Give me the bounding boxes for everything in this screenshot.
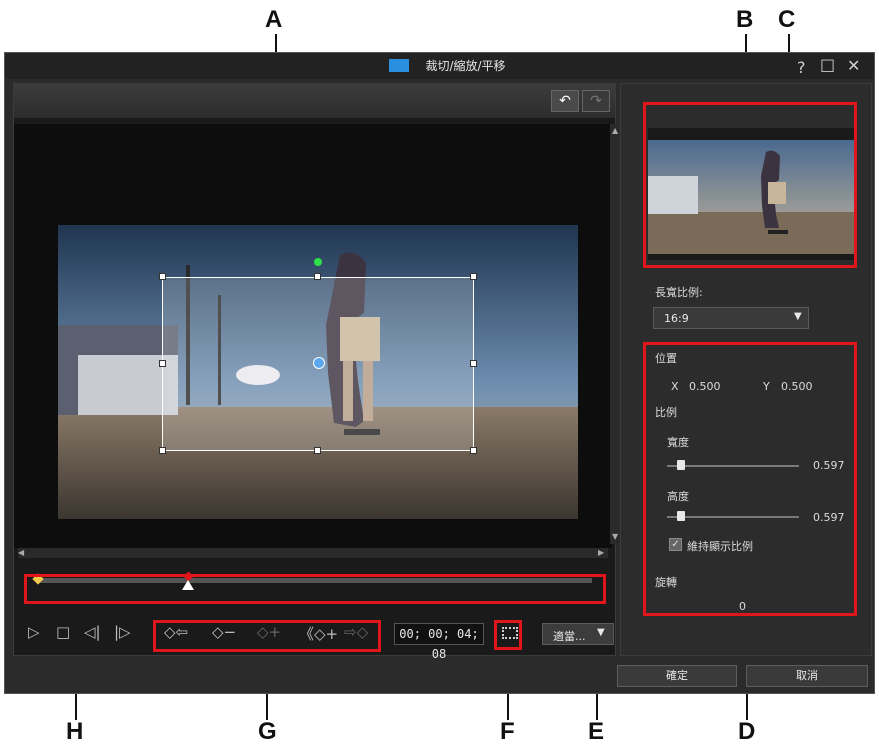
aspect-ratio-label: 長寬比例: bbox=[655, 286, 703, 299]
scroll-down-icon[interactable]: ▼ bbox=[612, 532, 618, 541]
chevron-down-icon: ▼ bbox=[794, 311, 802, 322]
window-title: 裁切/縮放/平移 bbox=[425, 59, 506, 73]
undo-button[interactable]: ↶ bbox=[551, 90, 579, 112]
redo-button[interactable]: ↷ bbox=[582, 90, 610, 112]
fit-dropdown[interactable]: 適當... ▼ bbox=[542, 623, 614, 645]
crop-handle-tm[interactable] bbox=[314, 273, 321, 280]
crop-handle-mr[interactable] bbox=[470, 360, 477, 367]
previous-frame-button[interactable]: ◁| bbox=[84, 623, 101, 641]
play-button[interactable]: ▷ bbox=[28, 623, 40, 641]
cancel-button[interactable]: 取消 bbox=[746, 665, 868, 687]
maximize-button[interactable]: □ bbox=[820, 55, 835, 74]
scroll-up-icon[interactable]: ▲ bbox=[612, 126, 618, 135]
highlight-settings bbox=[643, 342, 857, 616]
stop-button[interactable]: □ bbox=[56, 623, 70, 641]
highlight-timeline bbox=[24, 574, 606, 604]
highlight-safe-zone bbox=[494, 620, 522, 650]
close-button[interactable]: ✕ bbox=[847, 56, 860, 75]
callout-f: F bbox=[500, 718, 515, 745]
callout-h: H bbox=[66, 718, 84, 745]
scroll-left-icon[interactable]: ◀ bbox=[18, 548, 24, 557]
preview-toolbar: ↶ ↷ bbox=[14, 84, 615, 118]
chevron-down-icon: ▼ bbox=[597, 627, 605, 638]
crop-handle-tl[interactable] bbox=[159, 273, 166, 280]
callout-d: D bbox=[738, 718, 756, 745]
callout-e: E bbox=[588, 718, 605, 745]
center-point-icon[interactable] bbox=[313, 357, 325, 369]
callout-c: C bbox=[778, 6, 796, 33]
scroll-right-icon[interactable]: ▶ bbox=[598, 548, 604, 557]
crop-handle-ml[interactable] bbox=[159, 360, 166, 367]
timecode-display[interactable]: 00; 00; 04; 08 bbox=[394, 623, 484, 661]
video-viewer bbox=[14, 124, 612, 548]
callout-g: G bbox=[258, 718, 277, 745]
aspect-ratio-dropdown[interactable]: 16:9 ▼ bbox=[653, 307, 809, 329]
video-frame bbox=[58, 225, 578, 519]
callout-b: B bbox=[736, 6, 754, 33]
callout-a: A bbox=[265, 6, 283, 33]
crop-handle-bl[interactable] bbox=[159, 447, 166, 454]
highlight-keyframe-buttons bbox=[153, 620, 381, 652]
title-bar: 裁切/縮放/平移 ? □ ✕ bbox=[5, 53, 874, 79]
highlight-thumbnail bbox=[643, 102, 857, 268]
aspect-ratio-value: 16:9 bbox=[664, 312, 689, 325]
rotation-handle-icon[interactable] bbox=[314, 258, 322, 266]
fit-dropdown-label: 適當... bbox=[553, 630, 586, 643]
crop-handle-bm[interactable] bbox=[314, 447, 321, 454]
crop-handle-br[interactable] bbox=[470, 447, 477, 454]
ok-button[interactable]: 確定 bbox=[617, 665, 737, 687]
crop-handle-tr[interactable] bbox=[470, 273, 477, 280]
help-button[interactable]: ? bbox=[797, 58, 806, 77]
next-frame-button[interactable]: |▷ bbox=[114, 623, 131, 641]
horizontal-scrollbar[interactable]: ◀ ▶ bbox=[18, 548, 608, 558]
preview-panel: ↶ ↷ ▲ ▼ ◀ ▶ ▷ □ ◁| |▷ ◇⇦ ◇− ◇+ 《◇+ ⇨◇ 00… bbox=[13, 83, 622, 661]
